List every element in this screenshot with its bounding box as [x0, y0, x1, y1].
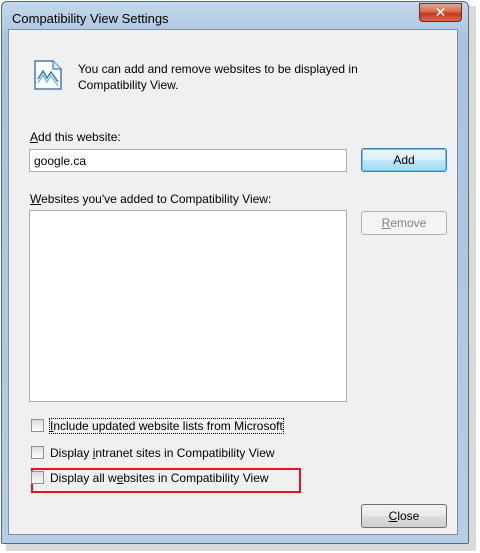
- display-all-websites-label[interactable]: Display all websites in Compatibility Vi…: [50, 471, 269, 485]
- add-website-label: Add this website:: [30, 130, 121, 144]
- add-website-input[interactable]: google.ca: [29, 149, 347, 172]
- window-close-button[interactable]: ✕: [419, 3, 462, 22]
- add-button[interactable]: Add: [361, 148, 447, 172]
- window-title: Compatibility View Settings: [12, 11, 169, 26]
- display-intranet-sites-checkbox[interactable]: [31, 446, 44, 459]
- add-website-input-value: google.ca: [34, 154, 87, 168]
- close-button[interactable]: Close: [361, 504, 447, 528]
- close-icon: ✕: [434, 4, 447, 21]
- include-updated-lists-label[interactable]: Include updated website lists from Micro…: [49, 418, 284, 434]
- display-all-websites-checkbox[interactable]: [31, 471, 44, 484]
- title-bar[interactable]: Compatibility View Settings ✕: [2, 2, 468, 32]
- intro-text: You can add and remove websites to be di…: [78, 62, 358, 92]
- include-updated-lists-checkbox[interactable]: [31, 419, 44, 432]
- dialog-content: You can add and remove websites to be di…: [8, 29, 458, 535]
- compatibility-view-icon: [34, 60, 62, 90]
- remove-button[interactable]: Remove: [361, 211, 447, 235]
- website-list-box[interactable]: [29, 210, 347, 402]
- website-list-label: Websites you've added to Compatibility V…: [30, 192, 272, 206]
- display-intranet-sites-label[interactable]: Display intranet sites in Compatibility …: [50, 446, 275, 460]
